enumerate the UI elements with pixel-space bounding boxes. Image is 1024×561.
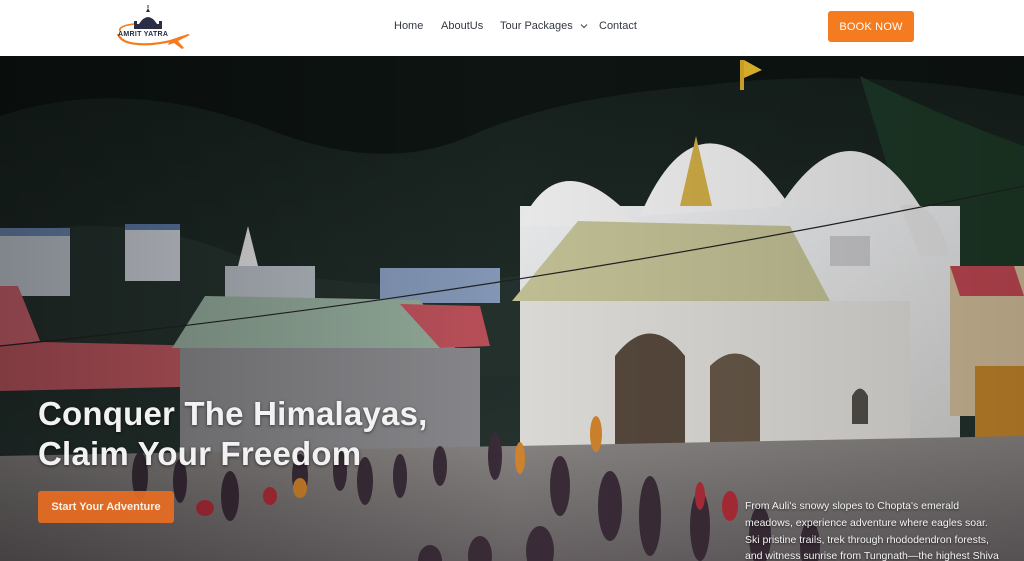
brand-name: AMRIT YATRA bbox=[118, 31, 169, 38]
site-header: AMRIT YATRA Home AboutUs Tour Packages C… bbox=[0, 0, 1024, 56]
start-adventure-button[interactable]: Start Your Adventure bbox=[38, 491, 174, 523]
nav-home-link[interactable]: Home bbox=[394, 20, 423, 32]
hero-headline-line-2: Claim Your Freedom bbox=[38, 435, 362, 472]
nav-contact-link[interactable]: Contact bbox=[599, 20, 637, 32]
hero-headline: Conquer The Himalayas, Claim Your Freedo… bbox=[38, 394, 428, 474]
brand-logo[interactable]: AMRIT YATRA bbox=[112, 4, 192, 54]
chevron-down-icon bbox=[580, 24, 588, 29]
hero-background-image bbox=[0, 56, 1024, 561]
temple-logo-icon bbox=[116, 5, 190, 49]
hero-section: Conquer The Himalayas, Claim Your Freedo… bbox=[0, 56, 1024, 561]
nav-tour-packages-label: Tour Packages bbox=[500, 20, 573, 32]
book-now-button[interactable]: BOOK NOW bbox=[828, 11, 914, 42]
nav-tour-packages-dropdown[interactable]: Tour Packages bbox=[500, 20, 589, 32]
nav-about-link[interactable]: AboutUs bbox=[441, 20, 483, 32]
hero-headline-line-1: Conquer The Himalayas, bbox=[38, 395, 428, 432]
hero-description: From Auli's snowy slopes to Chopta's eme… bbox=[745, 500, 999, 561]
